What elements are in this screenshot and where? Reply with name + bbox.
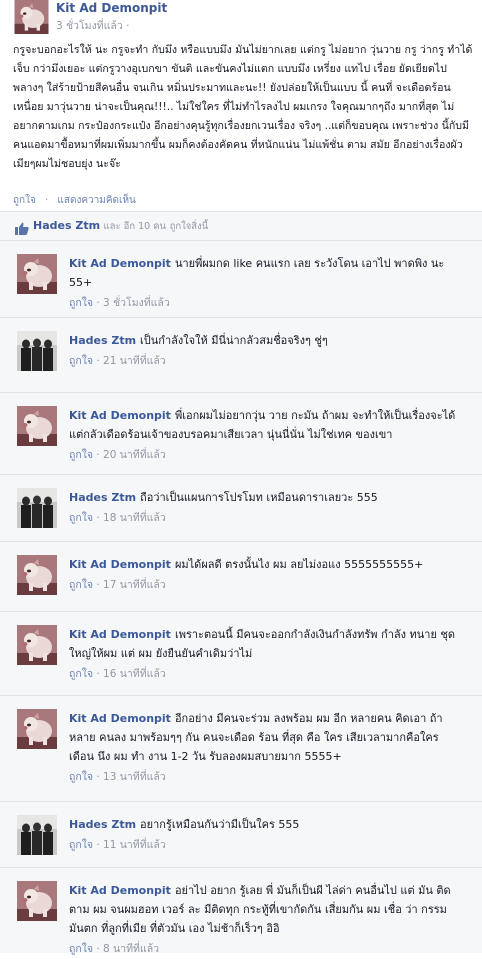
comment-item: Kit Ad Demonpit เพราะตอนนี้ มีคนจะออกกำลั…: [0, 611, 482, 695]
likes-suffix: ถูกใจสิ่งนี้: [169, 221, 209, 232]
liker-name-link[interactable]: Hades Ztm: [33, 219, 100, 232]
comment-body: Hades Ztm เป็นกำลังใจให้ มีนี่น่ากลัวสมชื…: [69, 331, 464, 371]
comments-list: Kit Ad Demonpit นายพี่ผมกด like คนแรก เลย…: [0, 240, 482, 955]
comment-time[interactable]: · 8 นาทีที่แล้ว: [96, 943, 159, 955]
comment-text: เป็นกำลังใจให้ มีนี่น่ากลัวสมชื่อจริงๆ ช…: [140, 334, 328, 347]
action-separator: ·: [45, 195, 49, 206]
comment-body: Kit Ad Demonpit นายพี่ผมกด like คนแรก เลย…: [69, 254, 464, 313]
comment-body: Kit Ad Demonpit อีกอย่าง มีคนจะร่วม ลงพร้…: [69, 709, 464, 787]
comment-text: ผมได้ผลดี ตรงนั้นไง ผม ลยไม่งอแง 5555555…: [174, 558, 424, 571]
post-author-name[interactable]: Kit Ad Demonpit: [56, 1, 167, 15]
comment-meta: ถูกใจ · 18 นาทีที่แล้ว: [69, 509, 464, 528]
comment-author[interactable]: Kit Ad Demonpit: [69, 884, 171, 897]
comment-meta: ถูกใจ · 11 นาทีที่แล้ว: [69, 836, 464, 855]
comment-author[interactable]: Kit Ad Demonpit: [69, 409, 171, 422]
comment-item: Kit Ad Demonpit อีกอย่าง มีคนจะร่วม ลงพร้…: [0, 695, 482, 796]
comment-like-link[interactable]: ถูกใจ: [69, 355, 93, 367]
comment-time[interactable]: · 13 นาทีที่แล้ว: [96, 771, 165, 783]
comment-like-link[interactable]: ถูกใจ: [69, 512, 93, 524]
comment-author[interactable]: Hades Ztm: [69, 334, 136, 347]
comment-author[interactable]: Kit Ad Demonpit: [69, 257, 171, 270]
comment-avatar[interactable]: [17, 254, 57, 294]
comment-meta: ถูกใจ · 20 นาทีที่แล้ว: [69, 446, 464, 465]
comment-avatar[interactable]: [17, 406, 57, 446]
comment-like-link[interactable]: ถูกใจ: [69, 943, 93, 955]
comment-like-link[interactable]: ถูกใจ: [69, 771, 93, 783]
comment-author[interactable]: Hades Ztm: [69, 818, 136, 831]
comment-time[interactable]: · 21 นาทีที่แล้ว: [96, 355, 165, 367]
thumbs-up-icon: [15, 220, 29, 239]
comment-meta: ถูกใจ · 21 นาทีที่แล้ว: [69, 352, 464, 371]
comment-author[interactable]: Kit Ad Demonpit: [69, 628, 171, 641]
comment-item: Kit Ad Demonpit อย่าไป อยาก รู้เลย พี่ มั…: [0, 867, 482, 955]
post-actions: ถูกใจ · แสดงความคิดเห็น: [13, 193, 142, 208]
comment-body: Kit Ad Demonpit พี่เอกผมไม่อยากวุ่น วาย ก…: [69, 406, 464, 465]
comment-author[interactable]: Kit Ad Demonpit: [69, 558, 171, 571]
comment-like-link[interactable]: ถูกใจ: [69, 297, 93, 309]
comment-body: Hades Ztm อยากรู้เหมือนกันว่ามีเป็นใคร 55…: [69, 815, 464, 855]
comment-item: Hades Ztm เป็นกำลังใจให้ มีนี่น่ากลัวสมชื…: [0, 317, 482, 383]
comment-avatar[interactable]: [17, 331, 57, 371]
comment-item: Kit Ad Demonpit พี่เอกผมไม่อยากวุ่น วาย ก…: [0, 392, 482, 475]
comment-like-link[interactable]: ถูกใจ: [69, 668, 93, 680]
comment-item: Kit Ad Demonpit นายพี่ผมกด like คนแรก เลย…: [0, 240, 482, 317]
comment-meta: ถูกใจ · 3 ชั่วโมงที่แล้ว: [69, 294, 464, 313]
like-link[interactable]: ถูกใจ: [13, 195, 36, 206]
comment-time[interactable]: · 17 นาทีที่แล้ว: [96, 579, 165, 591]
comment-body: Kit Ad Demonpit อย่าไป อยาก รู้เลย พี่ มั…: [69, 881, 464, 959]
comment-time[interactable]: · 3 ชั่วโมงที่แล้ว: [96, 297, 169, 309]
comment-body: Kit Ad Demonpit ผมได้ผลดี ตรงนั้นไง ผม ลย…: [69, 555, 464, 595]
likes-others-link[interactable]: และ อีก 10 คน: [104, 221, 167, 232]
comment-text: ถือว่าเป็นแผนการโปรโมท เหมือนดาราเลยวะ 5…: [140, 491, 378, 504]
comment-body: Kit Ad Demonpit เพราะตอนนี้ มีคนจะออกกำลั…: [69, 625, 464, 684]
post-body-text: กรูจะบอกอะไรให้ นะ กรูจะทำ กับมึง หรือแบ…: [13, 44, 473, 170]
comment-avatar[interactable]: [17, 815, 57, 855]
post: Kit Ad Demonpit 3 ชั่วโมงที่แล้ว · กรูจะ…: [0, 0, 482, 182]
comment-avatar[interactable]: [17, 555, 57, 595]
comment-time[interactable]: · 16 นาทีที่แล้ว: [96, 668, 165, 680]
comment-time[interactable]: · 11 นาทีที่แล้ว: [96, 839, 165, 851]
comment-item: Hades Ztm อยากรู้เหมือนกันว่ามีเป็นใคร 55…: [0, 801, 482, 866]
comment-link[interactable]: แสดงความคิดเห็น: [57, 195, 135, 206]
comment-meta: ถูกใจ · 8 นาทีที่แล้ว: [69, 940, 464, 959]
comment-avatar[interactable]: [17, 709, 57, 749]
likes-text: Hades Ztm และ อีก 10 คน ถูกใจสิ่งนี้: [33, 219, 208, 234]
comment-meta: ถูกใจ · 17 นาทีที่แล้ว: [69, 576, 464, 595]
likes-summary-bar: Hades Ztm และ อีก 10 คน ถูกใจสิ่งนี้: [0, 211, 482, 241]
comment-avatar[interactable]: [17, 488, 57, 528]
post-timestamp[interactable]: 3 ชั่วโมงที่แล้ว ·: [56, 17, 129, 34]
comment-meta: ถูกใจ · 13 นาทีที่แล้ว: [69, 768, 464, 787]
comment-time[interactable]: · 20 นาทีที่แล้ว: [96, 449, 165, 461]
comment-author[interactable]: Hades Ztm: [69, 491, 136, 504]
comment-text: อยากรู้เหมือนกันว่ามีเป็นใคร 555: [140, 818, 300, 831]
comment-body: Hades Ztm ถือว่าเป็นแผนการโปรโมท เหมือนดา…: [69, 488, 464, 528]
comment-like-link[interactable]: ถูกใจ: [69, 839, 93, 851]
comment-time[interactable]: · 18 นาทีที่แล้ว: [96, 512, 165, 524]
comment-author[interactable]: Kit Ad Demonpit: [69, 712, 171, 725]
comment-meta: ถูกใจ · 16 นาทีที่แล้ว: [69, 665, 464, 684]
comment-like-link[interactable]: ถูกใจ: [69, 579, 93, 591]
post-author-avatar[interactable]: [13, 0, 50, 34]
comment-item: Kit Ad Demonpit ผมได้ผลดี ตรงนั้นไง ผม ลย…: [0, 541, 482, 602]
comment-avatar[interactable]: [17, 625, 57, 665]
comment-avatar[interactable]: [17, 881, 57, 921]
comment-like-link[interactable]: ถูกใจ: [69, 449, 93, 461]
comment-item: Hades Ztm ถือว่าเป็นแผนการโปรโมท เหมือนดา…: [0, 474, 482, 539]
